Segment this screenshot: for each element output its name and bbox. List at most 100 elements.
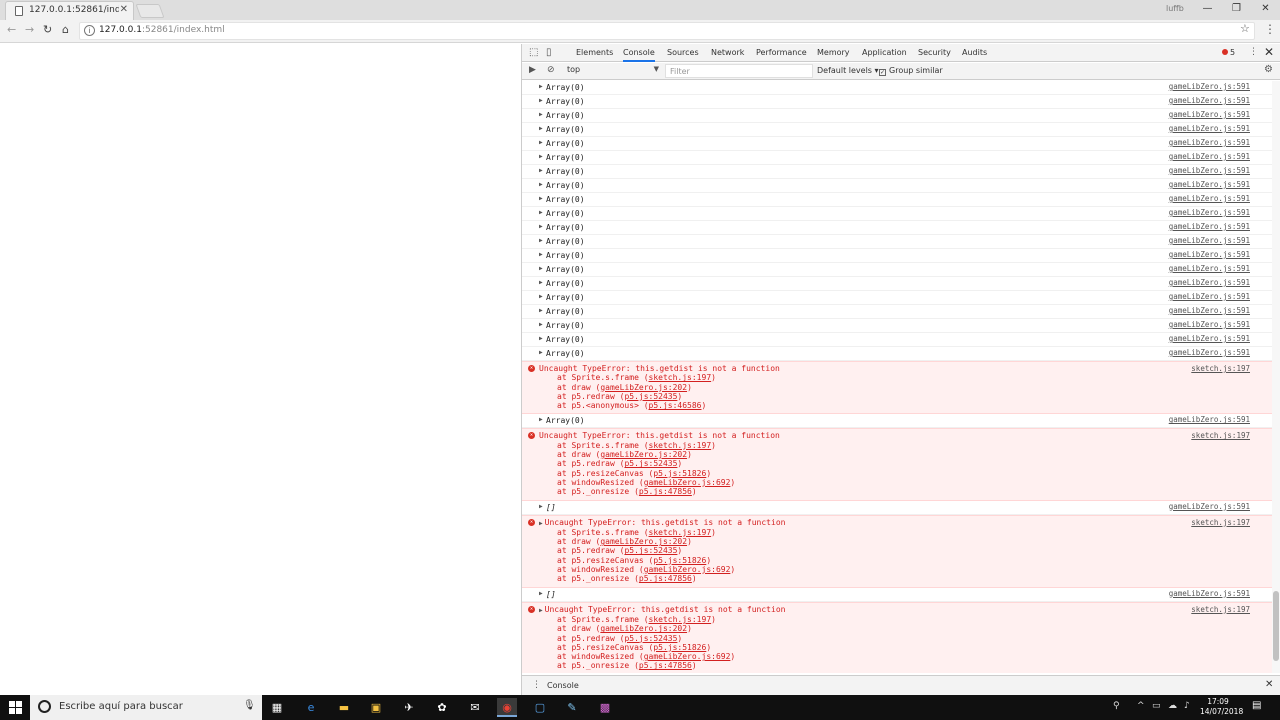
stack-link[interactable]: p5.js:47856 — [639, 574, 692, 583]
stack-link[interactable]: gameLibZero.js:202 — [600, 383, 687, 392]
stack-link[interactable]: gameLibZero.js:692 — [644, 652, 731, 661]
error-source-link[interactable]: sketch.js:197 — [1191, 431, 1250, 440]
stack-link[interactable]: p5.js:51826 — [653, 556, 706, 565]
source-link[interactable]: gameLibZero.js:591 — [1169, 320, 1250, 329]
profile-label[interactable]: luffb — [1166, 4, 1184, 13]
chrome-icon[interactable]: ◉ — [497, 698, 517, 717]
browser-tab[interactable]: 127.0.0.1:52861/index.ht ✕ — [5, 1, 134, 20]
clear-console-icon[interactable]: ⊘ — [547, 65, 555, 75]
stack-link[interactable]: sketch.js:197 — [649, 528, 712, 537]
inspect-element-icon[interactable]: ⬚ — [529, 47, 538, 58]
source-link[interactable]: gameLibZero.js:591 — [1169, 152, 1250, 161]
source-link[interactable]: gameLibZero.js:591 — [1169, 222, 1250, 231]
log-row[interactable]: ▶ Array(0) gameLibZero.js:591 — [522, 123, 1272, 137]
source-link[interactable]: gameLibZero.js:591 — [1169, 334, 1250, 343]
stack-link[interactable]: p5.js:51826 — [653, 643, 706, 652]
source-link[interactable]: gameLibZero.js:591 — [1169, 110, 1250, 119]
stack-link[interactable]: gameLibZero.js:202 — [600, 537, 687, 546]
app-icon-5[interactable]: ▩ — [595, 698, 615, 717]
source-link[interactable]: gameLibZero.js:591 — [1169, 250, 1250, 259]
stack-link[interactable]: gameLibZero.js:692 — [644, 565, 731, 574]
source-link[interactable]: gameLibZero.js:591 — [1169, 415, 1250, 424]
error-message[interactable]: ✕ ▶ Uncaught TypeError: this.getdist is no… — [522, 514, 1272, 588]
context-select[interactable]: top ▼ — [567, 65, 659, 77]
drawer-menu-icon[interactable]: ⋮ — [532, 680, 541, 690]
new-tab-button[interactable] — [135, 4, 165, 18]
log-row[interactable]: ▶ Array(0) gameLibZero.js:591 — [522, 319, 1272, 333]
expand-triangle-icon[interactable]: ▶ — [539, 195, 543, 202]
source-link[interactable]: gameLibZero.js:591 — [1169, 264, 1250, 273]
expand-triangle-icon[interactable]: ▶ — [539, 139, 543, 146]
expand-triangle-icon[interactable]: ▶ — [539, 167, 543, 174]
app-icon-3[interactable]: ▢ — [530, 698, 550, 717]
stack-link[interactable]: gameLibZero.js:202 — [600, 450, 687, 459]
close-tab-icon[interactable]: ✕ — [120, 4, 128, 15]
stack-link[interactable]: gameLibZero.js:202 — [600, 624, 687, 633]
stack-link[interactable]: p5.js:47856 — [639, 487, 692, 496]
expand-triangle-icon[interactable]: ▶ — [539, 265, 543, 272]
filter-input[interactable]: Filter — [665, 64, 813, 78]
log-row[interactable]: ▶ Array(0) gameLibZero.js:591 — [522, 81, 1272, 95]
expand-triangle-icon[interactable]: ▶ — [539, 97, 543, 104]
error-message[interactable]: ✕ Uncaught TypeError: this.getdist is not… — [522, 428, 1272, 501]
expand-triangle-icon[interactable]: ▶ — [539, 111, 543, 118]
log-levels-select[interactable]: Default levels ▾ — [817, 66, 879, 75]
tab-network[interactable]: Network — [711, 48, 744, 57]
log-row[interactable]: ▶ Array(0) gameLibZero.js:591 — [522, 305, 1272, 319]
expand-triangle-icon[interactable]: ▶ — [539, 279, 543, 286]
console-output[interactable]: ▶ Array(0) gameLibZero.js:591 ▶ Array(0) game… — [522, 81, 1272, 673]
stack-link[interactable]: sketch.js:197 — [649, 615, 712, 624]
edge-icon[interactable]: e — [301, 698, 321, 717]
source-link[interactable]: gameLibZero.js:591 — [1169, 124, 1250, 133]
home-icon[interactable]: ⌂ — [62, 23, 69, 36]
forward-icon[interactable]: → — [25, 23, 34, 36]
expand-triangle-icon[interactable]: ▶ — [539, 335, 543, 342]
taskbar-clock[interactable]: 17:09 14/07/2018 — [1200, 697, 1243, 717]
app-icon-4[interactable]: ✎ — [562, 698, 582, 717]
log-row[interactable]: ▶[] gameLibZero.js:591 — [522, 588, 1272, 602]
expand-triangle-icon[interactable]: ▶ — [539, 520, 543, 527]
expand-triangle-icon[interactable]: ▶ — [539, 349, 543, 356]
volume-icon[interactable]: ♪ — [1184, 701, 1190, 711]
expand-triangle-icon[interactable]: ▶ — [539, 590, 543, 597]
expand-triangle-icon[interactable]: ▶ — [539, 237, 543, 244]
expand-triangle-icon[interactable]: ▶ — [539, 307, 543, 314]
log-row[interactable]: ▶ Array(0) gameLibZero.js:591 — [522, 151, 1272, 165]
tab-sources[interactable]: Sources — [667, 48, 699, 57]
source-link[interactable]: gameLibZero.js:591 — [1169, 589, 1250, 598]
tab-audits[interactable]: Audits — [962, 48, 987, 57]
tray-chevron-icon[interactable]: ^ — [1137, 701, 1145, 711]
tab-memory[interactable]: Memory — [817, 48, 850, 57]
expand-triangle-icon[interactable]: ▶ — [539, 503, 543, 510]
app-icon-2[interactable]: ✿ — [432, 698, 452, 717]
close-window-icon[interactable]: ✕ — [1251, 0, 1280, 20]
app-icon[interactable]: ✈ — [399, 698, 419, 717]
log-row[interactable]: ▶ Array(0) gameLibZero.js:591 — [522, 95, 1272, 109]
onedrive-icon[interactable]: ☁ — [1168, 701, 1177, 711]
log-row[interactable]: ▶ Array(0) gameLibZero.js:591 — [522, 179, 1272, 193]
console-scrollbar[interactable] — [1272, 81, 1280, 673]
store-icon[interactable]: ▣ — [366, 698, 386, 717]
source-link[interactable]: gameLibZero.js:591 — [1169, 194, 1250, 203]
expand-triangle-icon[interactable]: ▶ — [539, 416, 543, 423]
devtools-menu-icon[interactable]: ⋮ — [1249, 47, 1258, 57]
drawer-tab-console[interactable]: Console — [547, 681, 579, 690]
log-row[interactable]: ▶ Array(0) gameLibZero.js:591 — [522, 347, 1272, 361]
tab-elements[interactable]: Elements — [576, 48, 613, 57]
expand-triangle-icon[interactable]: ▶ — [539, 321, 543, 328]
devtools-close-icon[interactable]: ✕ — [1264, 45, 1274, 59]
source-link[interactable]: gameLibZero.js:591 — [1169, 236, 1250, 245]
source-link[interactable]: gameLibZero.js:591 — [1169, 292, 1250, 301]
bookmark-star-icon[interactable]: ☆ — [1240, 22, 1250, 35]
group-similar-checkbox[interactable]: ✓ Group similar — [879, 66, 943, 76]
source-link[interactable]: gameLibZero.js:591 — [1169, 348, 1250, 357]
stack-link[interactable]: gameLibZero.js:692 — [644, 478, 731, 487]
log-row[interactable]: ▶ Array(0) gameLibZero.js:591 — [522, 263, 1272, 277]
restore-icon[interactable]: ❐ — [1222, 0, 1251, 20]
log-row[interactable]: ▶ Array(0) gameLibZero.js:591 — [522, 109, 1272, 123]
gear-icon[interactable]: ⚙ — [1264, 64, 1273, 75]
error-source-link[interactable]: sketch.js:197 — [1191, 364, 1250, 373]
notifications-icon[interactable]: ▤ — [1252, 700, 1261, 711]
error-source-link[interactable]: sketch.js:197 — [1191, 605, 1250, 614]
drawer-close-icon[interactable]: ✕ — [1265, 679, 1273, 690]
